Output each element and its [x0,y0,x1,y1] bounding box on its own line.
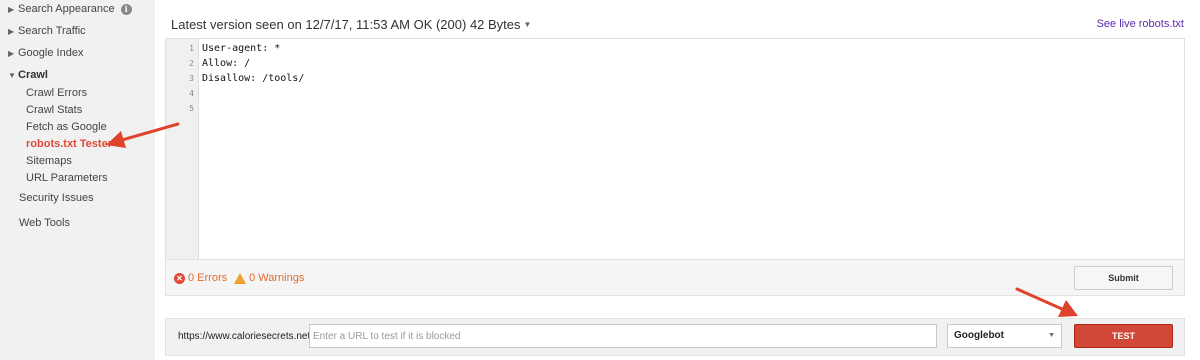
sidebar-item-search-appearance[interactable]: ▶ Search Appearance i [8,3,132,15]
error-count: 0 Errors [188,272,228,284]
chevron-right-icon: ▶ [8,48,15,58]
site-url-prefix: https://www.caloriesecrets.net/ [178,331,314,342]
sidebar-item-label: Crawl [18,69,48,81]
chevron-down-icon: ▼ [1048,332,1055,339]
sidebar-subitem-robots-tester[interactable]: robots.txt Tester [26,138,112,150]
sidebar-item-security-issues[interactable]: Security Issues [19,192,94,204]
line-number: 1 [189,44,194,53]
line-number-gutter: 1 2 3 4 5 [166,39,199,259]
line-number: 4 [189,89,194,98]
sidebar-subitem-sitemaps[interactable]: Sitemaps [26,155,72,167]
info-icon[interactable]: i [120,3,132,15]
line-number: 2 [189,59,194,68]
code-line: User-agent: * [202,43,281,54]
test-url-input[interactable] [309,324,937,348]
code-line: Disallow: /tools/ [202,73,305,84]
sidebar-subitem-crawl-stats[interactable]: Crawl Stats [26,104,82,116]
line-number: 3 [189,74,194,83]
sidebar-subitem-crawl-errors[interactable]: Crawl Errors [26,87,87,99]
chevron-right-icon: ▶ [8,4,15,14]
error-circle-icon: ✕ [174,272,185,284]
chevron-down-icon: ▼ [523,20,532,29]
chevron-right-icon: ▶ [8,26,15,36]
validation-summary: ✕ 0 Errors 0 Warnings [174,272,304,284]
user-agent-select[interactable]: Googlebot ▼ [947,324,1062,348]
version-dropdown[interactable]: Latest version seen on 12/7/17, 11:53 AM… [171,17,531,32]
see-live-robots-link[interactable]: See live robots.txt [1097,18,1184,30]
warning-triangle-icon [234,272,247,284]
sidebar-item-search-traffic[interactable]: ▶ Search Traffic [8,25,86,37]
sidebar-subitem-url-parameters[interactable]: URL Parameters [26,172,108,184]
sidebar-item-label: Search Appearance [18,3,115,15]
url-test-bar: https://www.caloriesecrets.net/ Googlebo… [165,318,1185,356]
sidebar: ▶ Search Appearance i ▶ Search Traffic ▶… [0,0,155,360]
chevron-down-icon: ▼ [8,70,16,80]
robots-editor[interactable]: 1 2 3 4 5 User-agent: * Allow: / Disallo… [165,38,1185,260]
sidebar-item-crawl[interactable]: ▼ Crawl [8,69,48,81]
warning-count: 0 Warnings [249,272,305,284]
robots-tester-panel: Latest version seen on 12/7/17, 11:53 AM… [165,0,1200,360]
page-title: Latest version seen on 12/7/17, 11:53 AM… [171,17,521,32]
sidebar-item-label: Google Index [18,47,84,59]
sidebar-item-google-index[interactable]: ▶ Google Index [8,47,83,59]
submit-button[interactable]: Submit [1074,266,1173,290]
validation-status-bar: ✕ 0 Errors 0 Warnings Submit [165,260,1185,296]
test-button[interactable]: TEST [1074,324,1173,348]
sidebar-item-label: Search Traffic [18,25,86,37]
sidebar-subitem-fetch-as-google[interactable]: Fetch as Google [26,121,107,133]
user-agent-value: Googlebot [954,330,1004,341]
sidebar-item-web-tools[interactable]: Web Tools [19,217,70,229]
code-line: Allow: / [202,58,251,69]
line-number: 5 [189,104,194,113]
